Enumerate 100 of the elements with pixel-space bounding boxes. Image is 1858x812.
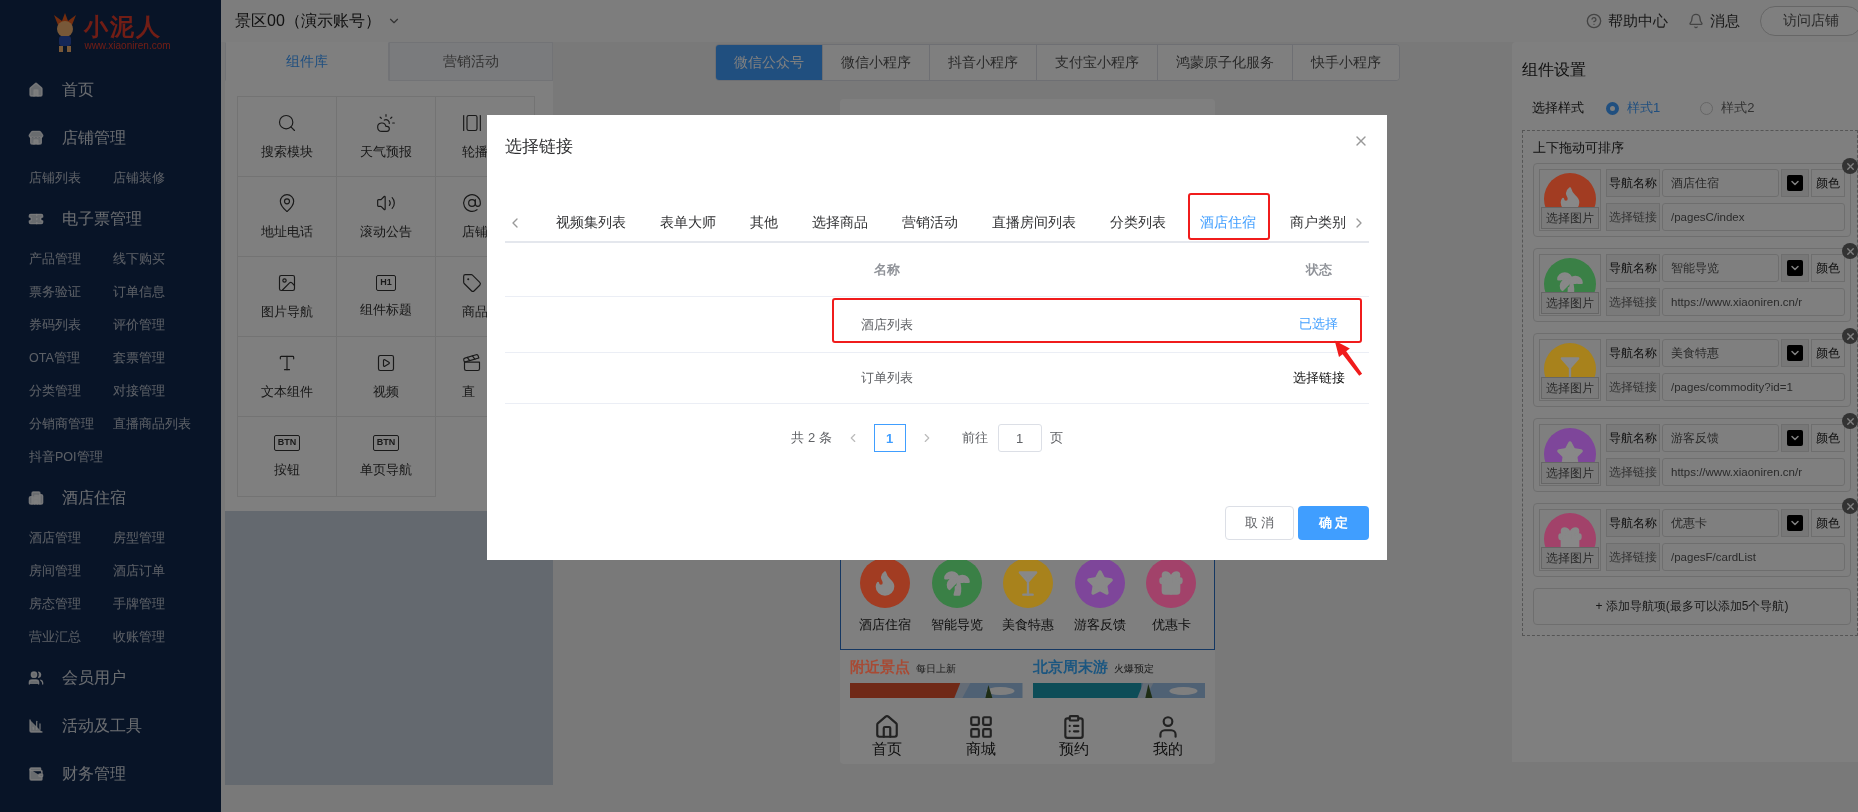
tab-bar-item[interactable]: 首页	[871, 740, 902, 757]
dialog-tab[interactable]: 其他	[733, 205, 795, 241]
color-picker[interactable]	[1781, 254, 1809, 282]
link-field[interactable]: https://www.xiaoniren.cn/r	[1662, 458, 1845, 486]
platform-tab[interactable]: 抖音小程序	[929, 45, 1036, 80]
tab-bar-item[interactable]: 商城	[965, 740, 996, 757]
platform-tab[interactable]: 鸿蒙原子化服务	[1157, 45, 1292, 80]
component-tile[interactable]: 图片导航	[238, 257, 337, 337]
dialog-tab[interactable]: 分类列表	[1093, 205, 1183, 241]
messages-link[interactable]: 消息	[1710, 11, 1740, 31]
radio-button[interactable]	[1700, 101, 1714, 115]
sidebar-subitem[interactable]: 评价管理	[113, 309, 223, 342]
panel-tab[interactable]: 营销活动	[389, 42, 553, 81]
sidebar-subitem[interactable]: 店铺装修	[113, 162, 223, 195]
component-tile[interactable]: 滚动公告	[337, 177, 436, 257]
component-tile[interactable]: 天气预报	[337, 97, 436, 177]
sidebar-item[interactable]: 店铺管理	[62, 127, 126, 149]
component-tile[interactable]: 搜索模块	[238, 97, 337, 177]
component-tile[interactable]: BTN 按钮	[238, 417, 337, 497]
component-tile[interactable]: 文本组件	[238, 337, 337, 417]
sidebar-subitem[interactable]: 产品管理	[29, 243, 113, 276]
sidebar-subitem[interactable]: 营业汇总	[29, 621, 113, 654]
choose-image-button[interactable]: 选择图片	[1541, 547, 1599, 569]
sidebar-subitem[interactable]: 酒店订单	[113, 555, 223, 588]
sidebar-subitem[interactable]: 收账管理	[113, 621, 223, 654]
component-tile[interactable]: 视频	[337, 337, 436, 417]
radio-label[interactable]: 样式2	[1721, 99, 1755, 117]
help-link[interactable]: 帮助中心	[1608, 11, 1668, 31]
sidebar-subitem[interactable]: 票务验证	[29, 276, 113, 309]
radio-label[interactable]: 样式1	[1627, 99, 1661, 117]
sidebar-subitem[interactable]: 酒店管理	[29, 522, 113, 555]
account-name[interactable]: 景区00（演示账号）	[235, 10, 381, 32]
link-field[interactable]: /pages/commodity?id=1	[1662, 373, 1845, 401]
sidebar-subitem[interactable]: 房间管理	[29, 555, 113, 588]
dialog-tab[interactable]: 视频集列表	[539, 205, 643, 241]
sidebar-subitem[interactable]: 线下购买	[113, 243, 223, 276]
color-picker[interactable]	[1781, 509, 1809, 537]
dialog-tab[interactable]: 营销活动	[885, 205, 975, 241]
choose-image-button[interactable]: 选择图片	[1541, 377, 1599, 399]
page-button[interactable]: 1	[873, 424, 906, 452]
platform-tab[interactable]: 微信公众号	[716, 45, 822, 80]
name-field[interactable]: 优惠卡	[1662, 509, 1779, 537]
color-picker[interactable]	[1781, 169, 1809, 197]
choose-image-button[interactable]: 选择图片	[1541, 207, 1599, 229]
color-picker[interactable]	[1781, 339, 1809, 367]
component-tile[interactable]: BTN 单页导航	[337, 417, 436, 497]
platform-tab[interactable]: 快手小程序	[1292, 45, 1399, 80]
sidebar-item[interactable]: 会员用户	[62, 667, 126, 689]
visit-store-button[interactable]: 访问店铺	[1760, 6, 1858, 36]
link-field[interactable]: /pagesC/index	[1662, 203, 1845, 231]
confirm-button[interactable]: 确 定	[1298, 506, 1369, 540]
radio-button[interactable]	[1606, 101, 1619, 115]
component-tile[interactable]: H1 组件标题	[337, 257, 436, 337]
name-field[interactable]: 游客反馈	[1662, 424, 1779, 452]
sidebar-subitem[interactable]: 店铺列表	[29, 162, 113, 195]
tab-bar-item[interactable]: 我的	[1153, 740, 1184, 757]
sidebar-subitem[interactable]: 券码列表	[29, 309, 113, 342]
image-icon	[277, 272, 297, 293]
sidebar-subitem[interactable]: 分类管理	[29, 375, 113, 408]
color-picker[interactable]	[1781, 424, 1809, 452]
sidebar-subitem[interactable]: 套票管理	[113, 342, 223, 375]
name-field[interactable]: 美食特惠	[1662, 339, 1779, 367]
status-link[interactable]: 选择链接	[1268, 369, 1369, 387]
dialog-tab[interactable]: 商户类别	[1273, 205, 1349, 241]
sidebar-item[interactable]: 活动及工具	[62, 715, 142, 737]
link-field[interactable]: https://www.xiaoniren.cn/r	[1662, 288, 1845, 316]
choose-image-button[interactable]: 选择图片	[1541, 462, 1599, 484]
cancel-button[interactable]: 取 消	[1225, 506, 1294, 540]
sidebar-subitem[interactable]: 手牌管理	[113, 588, 223, 621]
add-nav-button[interactable]: + 添加导航项(最多可以添加5个导航)	[1533, 588, 1851, 625]
sidebar-subitem[interactable]: 直播商品列表	[113, 408, 223, 441]
sidebar-subitem[interactable]: 分销商管理	[29, 408, 113, 441]
sidebar-subitem[interactable]: 抖音POI管理	[29, 441, 113, 474]
section-title: 附近景点	[850, 658, 910, 677]
sidebar-item[interactable]: 首页	[62, 79, 94, 101]
dialog-tab[interactable]: 表单大师	[643, 205, 733, 241]
sidebar-subitem[interactable]: 对接管理	[113, 375, 223, 408]
name-field[interactable]: 智能导览	[1662, 254, 1779, 282]
name-field[interactable]: 酒店住宿	[1662, 169, 1779, 197]
sidebar-subitem[interactable]: OTA管理	[29, 342, 113, 375]
sidebar-item[interactable]: 酒店住宿	[62, 487, 126, 509]
sidebar-item[interactable]: 电子票管理	[62, 208, 142, 230]
dialog-tab[interactable]: 酒店住宿	[1183, 205, 1273, 241]
dialog-tab[interactable]: 选择商品	[795, 205, 885, 241]
house-icon[interactable]	[873, 714, 900, 740]
platform-tab[interactable]: 支付宝小程序	[1036, 45, 1157, 80]
status-link[interactable]: 已选择	[1268, 316, 1369, 333]
link-field[interactable]: /pagesF/cardList	[1662, 543, 1845, 571]
panel-tab[interactable]: 组件库	[225, 42, 389, 81]
sidebar-subitem[interactable]: 订单信息	[113, 276, 223, 309]
component-tile[interactable]: 地址电话	[238, 177, 337, 257]
dialog-tab[interactable]: 直播房间列表	[975, 205, 1093, 241]
sidebar-subitem[interactable]: 房型管理	[113, 522, 223, 555]
choose-image-button[interactable]: 选择图片	[1541, 292, 1599, 314]
platform-tab[interactable]: 微信小程序	[822, 45, 929, 80]
page-input[interactable]: 1	[997, 424, 1042, 452]
tab-bar-item[interactable]: 预约	[1059, 740, 1090, 757]
sidebar-subitem[interactable]: 房态管理	[29, 588, 113, 621]
grid-icon[interactable]	[967, 714, 994, 740]
sidebar-item[interactable]: 财务管理	[62, 763, 126, 785]
